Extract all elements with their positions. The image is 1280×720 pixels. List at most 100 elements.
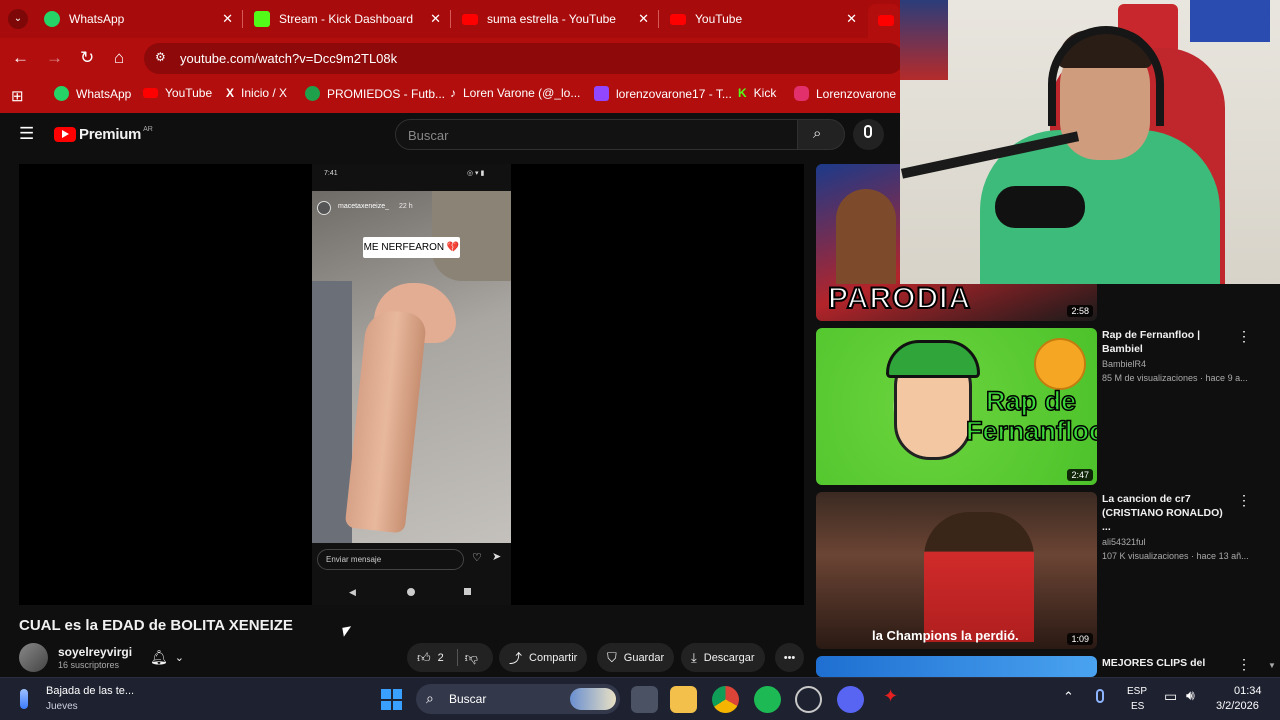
share-button[interactable]: ⤴ Compartir xyxy=(499,643,588,672)
coin xyxy=(1034,338,1086,390)
player-figure xyxy=(924,512,1034,642)
close-tab-icon[interactable]: ✕ xyxy=(430,11,441,27)
tab-whatsapp[interactable]: WhatsApp ✕ xyxy=(34,0,241,38)
app-icon[interactable]: ✦ xyxy=(877,686,904,713)
mouse-cursor xyxy=(342,626,353,637)
search-icon: ⌕ xyxy=(426,690,434,706)
bookmark-kick[interactable]: K Kick xyxy=(738,86,776,100)
chevron-up-icon[interactable]: ⌃ xyxy=(1063,689,1074,705)
chevron-down-icon: ⌄ xyxy=(174,652,184,664)
file-explorer-icon[interactable] xyxy=(670,686,697,713)
start-button[interactable] xyxy=(378,686,405,713)
microphone xyxy=(995,186,1085,228)
recommended-info[interactable]: MEJORES CLIPS del xyxy=(1102,656,1232,670)
tab-kick-dashboard[interactable]: Stream - Kick Dashboard ✕ xyxy=(244,0,449,38)
more-vertical-icon[interactable]: ⋮ xyxy=(1237,656,1251,673)
bookmark-x[interactable]: X Inicio / X xyxy=(226,86,287,100)
avatar xyxy=(317,201,331,215)
recommended-info[interactable]: Rap de Fernanfloo | Bambiel BambielR4 85… xyxy=(1102,328,1248,383)
story-sticker: ME NERFEARON 💔 xyxy=(363,237,460,258)
close-tab-icon[interactable]: ✕ xyxy=(638,11,649,27)
recommended-thumbnail[interactable]: Rap de Fernanfloo 2:47 xyxy=(816,328,1097,485)
video-player[interactable]: 7:41 ◎ ▾ ▮ macetaxeneize_ 22 h ⋮ ME NERF… xyxy=(19,164,804,605)
youtube-icon xyxy=(462,13,478,25)
close-tab-icon[interactable]: ✕ xyxy=(222,11,233,27)
leg-shadow xyxy=(312,281,352,543)
message-input: Enviar mensaje xyxy=(317,549,464,570)
taskbar-search[interactable]: ⌕ Buscar xyxy=(416,684,620,714)
close-tab-icon[interactable]: ✕ xyxy=(846,11,857,27)
pillow xyxy=(432,191,511,281)
url-text: youtube.com/watch?v=Dcc9m2TL08k xyxy=(180,51,398,66)
discord-icon[interactable] xyxy=(837,686,864,713)
bookmark-promiedos[interactable]: PROMIEDOS - Futb... xyxy=(305,86,445,101)
youtube-icon xyxy=(878,15,894,26)
bookmark-tiktok[interactable]: ♪ Loren Varone (@_lo... xyxy=(450,86,580,100)
android-back-icon: ◀ xyxy=(349,587,356,597)
more-vertical-icon[interactable]: ⋮ xyxy=(1237,328,1251,345)
windows-taskbar: Bajada de las te... Jueves ⌕ Buscar ✦ ⌃ … xyxy=(0,677,1280,720)
thumbs-down-icon[interactable]: 👎︎ xyxy=(465,650,478,666)
bookmark-twitch[interactable]: lorenzovarone17 - T... xyxy=(594,86,732,101)
kick-icon xyxy=(254,11,270,27)
reload-icon[interactable]: ↻ xyxy=(80,48,94,68)
share-icon: ⤴ xyxy=(509,651,523,666)
recommended-thumbnail[interactable] xyxy=(816,656,1097,677)
instagram-story: macetaxeneize_ 22 h ⋮ ME NERFEARON 💔 xyxy=(312,191,511,543)
channel-avatar[interactable] xyxy=(19,643,48,672)
tab-suma-estrella[interactable]: suma estrella - YouTube ✕ xyxy=(452,0,657,38)
hamburger-menu-icon[interactable]: ☰ xyxy=(19,124,34,144)
search-input[interactable]: Buscar xyxy=(395,119,798,150)
channel-name[interactable]: soyelreyvirgi xyxy=(58,645,132,659)
instagram-icon xyxy=(794,86,809,101)
youtube-icon xyxy=(143,88,158,98)
site-info-icon[interactable]: ⚙ xyxy=(155,50,166,64)
omnibox[interactable]: ⚙ youtube.com/watch?v=Dcc9m2TL08k xyxy=(144,43,904,74)
save-button[interactable]: ⛉ Guardar xyxy=(597,643,675,672)
whatsapp-icon xyxy=(54,86,69,101)
more-actions-button[interactable]: ••• xyxy=(775,643,804,672)
microphone-icon xyxy=(864,125,872,138)
weather-widget[interactable]: Bajada de las te... Jueves xyxy=(14,683,144,716)
tab-active-partial[interactable] xyxy=(868,4,900,38)
bookmark-youtube[interactable]: YouTube xyxy=(143,86,212,100)
video-title: CUAL es la EDAD de BOLITA XENEIZE xyxy=(19,617,293,634)
home-icon[interactable]: ⌂ xyxy=(114,48,124,68)
tab-search-dropdown[interactable]: ⌄ xyxy=(8,9,28,29)
steelseries-icon[interactable] xyxy=(795,686,822,713)
apps-grid-icon[interactable]: ⊞ xyxy=(11,87,24,105)
voice-search-button[interactable] xyxy=(853,119,884,150)
search-icon: ⌕ xyxy=(813,125,822,142)
like-button[interactable]: 👍︎ 2 👎︎ xyxy=(407,643,493,672)
tab-youtube[interactable]: YouTube ✕ xyxy=(660,0,865,38)
bookmark-instagram[interactable]: Lorenzovarone (I xyxy=(794,86,907,101)
poster xyxy=(900,0,948,80)
heart-icon: ♡ xyxy=(472,552,482,564)
search-highlight-image xyxy=(570,688,616,710)
download-icon: ⤓ xyxy=(691,649,697,665)
recommended-thumbnail[interactable]: la Champions la perdió. 1:09 xyxy=(816,492,1097,649)
task-view-icon[interactable] xyxy=(631,686,658,713)
webcam-overlay xyxy=(900,0,1280,284)
volume-icon[interactable]: 🔊︎ xyxy=(1186,687,1195,704)
download-button[interactable]: ⤓ Descargar xyxy=(681,643,765,672)
bell-icon: 🔔︎ xyxy=(150,649,168,665)
bookmark-whatsapp[interactable]: WhatsApp xyxy=(54,86,131,101)
search-button[interactable]: ⌕ xyxy=(797,119,845,150)
phone-screen-recording: 7:41 ◎ ▾ ▮ macetaxeneize_ 22 h ⋮ ME NERF… xyxy=(312,164,511,605)
cartoon-cap xyxy=(886,340,980,378)
recommended-info[interactable]: La cancion de cr7 (CRISTIANO RONALDO) ..… xyxy=(1102,492,1249,561)
network-icon[interactable]: ▭ xyxy=(1164,688,1177,705)
microphone-icon[interactable] xyxy=(1096,689,1104,703)
chrome-icon[interactable] xyxy=(712,686,739,713)
more-vertical-icon[interactable]: ⋮ xyxy=(1237,492,1251,509)
forward-icon[interactable]: → xyxy=(46,48,63,68)
scroll-down-icon[interactable]: ▼ xyxy=(1268,661,1276,670)
x-logo-icon: X xyxy=(226,86,235,100)
subscriber-count: 16 suscriptores xyxy=(58,660,120,670)
notification-bell-button[interactable]: 🔔︎ ⌄ xyxy=(140,643,194,672)
back-icon[interactable]: ← xyxy=(12,48,29,68)
spotify-icon[interactable] xyxy=(754,686,781,713)
promiedos-icon xyxy=(305,86,320,101)
youtube-premium-logo[interactable]: Premium AR xyxy=(54,126,153,143)
